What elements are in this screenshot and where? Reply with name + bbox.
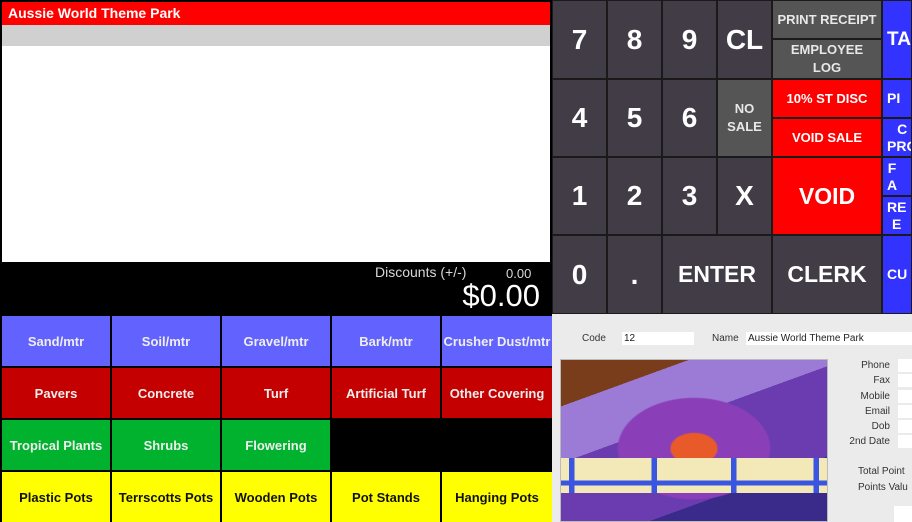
- code-field[interactable]: 12: [622, 332, 694, 345]
- dob-label: Dob: [871, 421, 890, 432]
- side-button-customer[interactable]: CU: [882, 235, 912, 314]
- phone-field[interactable]: [898, 359, 912, 372]
- category-button[interactable]: Gravel/mtr: [222, 316, 330, 366]
- category-button[interactable]: Pot Stands: [332, 472, 440, 522]
- employee-log-button[interactable]: EMPLOYEE LOG: [772, 39, 882, 79]
- mobile-field[interactable]: [898, 390, 912, 403]
- phone-label: Phone: [861, 360, 890, 371]
- discounts-label: Discounts (+/-): [375, 264, 467, 280]
- discount-10-button[interactable]: 10% ST DISC: [772, 79, 882, 118]
- clerk-button[interactable]: CLERK: [772, 235, 882, 314]
- category-grid: Sand/mtr Soil/mtr Gravel/mtr Bark/mtr Crushe…: [0, 314, 552, 522]
- fax-field[interactable]: [898, 374, 912, 387]
- key-0[interactable]: 0: [552, 235, 607, 314]
- category-button[interactable]: Wooden Pots: [222, 472, 330, 522]
- email-field[interactable]: [898, 405, 912, 418]
- fax-label: Fax: [873, 375, 890, 386]
- category-button[interactable]: Terrscotts Pots: [112, 472, 220, 522]
- customer-title: Aussie World Theme Park: [2, 2, 550, 25]
- total-points-label: Total Point: [858, 466, 905, 477]
- side-button-3[interactable]: C PRO: [882, 118, 912, 157]
- points-field[interactable]: [894, 506, 912, 522]
- enter-button[interactable]: ENTER: [662, 235, 772, 314]
- mobile-label: Mobile: [860, 391, 890, 402]
- customer-panel: Code 12 Name Aussie World Theme Park Pho…: [552, 314, 912, 522]
- category-button[interactable]: Crusher Dust/mtr: [442, 316, 552, 366]
- category-button[interactable]: Soil/mtr: [112, 316, 220, 366]
- category-button[interactable]: Pavers: [2, 368, 110, 418]
- key-4[interactable]: 4: [552, 79, 607, 157]
- category-button[interactable]: Concrete: [112, 368, 220, 418]
- category-button[interactable]: Shrubs: [112, 420, 220, 470]
- key-decimal[interactable]: .: [607, 235, 662, 314]
- key-9[interactable]: 9: [662, 0, 717, 79]
- transaction-list[interactable]: [2, 46, 550, 262]
- key-2[interactable]: 2: [607, 157, 662, 235]
- print-receipt-button[interactable]: PRINT RECEIPT: [772, 0, 882, 39]
- category-button[interactable]: Hanging Pots: [442, 472, 552, 522]
- multiply-button[interactable]: X: [717, 157, 772, 235]
- keypad: 7 8 9 CL PRINT RECEIPT EMPLOYEE LOG TA 4…: [552, 0, 912, 314]
- second-date-label: 2nd Date: [849, 436, 890, 447]
- key-5[interactable]: 5: [607, 79, 662, 157]
- key-8[interactable]: 8: [607, 0, 662, 79]
- no-sale-button[interactable]: NO SALE: [717, 79, 772, 157]
- category-button[interactable]: Sand/mtr: [2, 316, 110, 366]
- side-button-tab[interactable]: TA: [882, 0, 912, 79]
- name-label: Name: [712, 333, 739, 344]
- void-button[interactable]: VOID: [772, 157, 882, 235]
- transaction-panel: Aussie World Theme Park Discounts (+/-) …: [0, 0, 552, 314]
- key-3[interactable]: 3: [662, 157, 717, 235]
- second-date-field[interactable]: [898, 435, 912, 448]
- code-label: Code: [582, 333, 606, 344]
- category-button[interactable]: Other Covering: [442, 368, 552, 418]
- void-sale-button[interactable]: VOID SALE: [772, 118, 882, 157]
- category-button[interactable]: Plastic Pots: [2, 472, 110, 522]
- key-6[interactable]: 6: [662, 79, 717, 157]
- customer-photo: [560, 359, 828, 522]
- total-amount: $0.00: [462, 278, 540, 313]
- key-1[interactable]: 1: [552, 157, 607, 235]
- category-button[interactable]: Tropical Plants: [2, 420, 110, 470]
- key-7[interactable]: 7: [552, 0, 607, 79]
- category-button[interactable]: Turf: [222, 368, 330, 418]
- email-label: Email: [864, 406, 890, 417]
- side-button-2[interactable]: PI: [882, 79, 912, 118]
- category-button[interactable]: Bark/mtr: [332, 316, 440, 366]
- category-button[interactable]: Artificial Turf: [332, 368, 440, 418]
- transaction-list-header: [2, 25, 550, 46]
- name-field[interactable]: Aussie World Theme Park: [746, 332, 912, 345]
- side-button-4[interactable]: F A: [882, 157, 912, 196]
- category-button[interactable]: Flowering: [222, 420, 330, 470]
- points-value-label: Points Valu: [858, 482, 908, 493]
- dob-field[interactable]: [898, 420, 912, 433]
- side-button-5[interactable]: RE E: [882, 196, 912, 235]
- clear-button[interactable]: CL: [717, 0, 772, 79]
